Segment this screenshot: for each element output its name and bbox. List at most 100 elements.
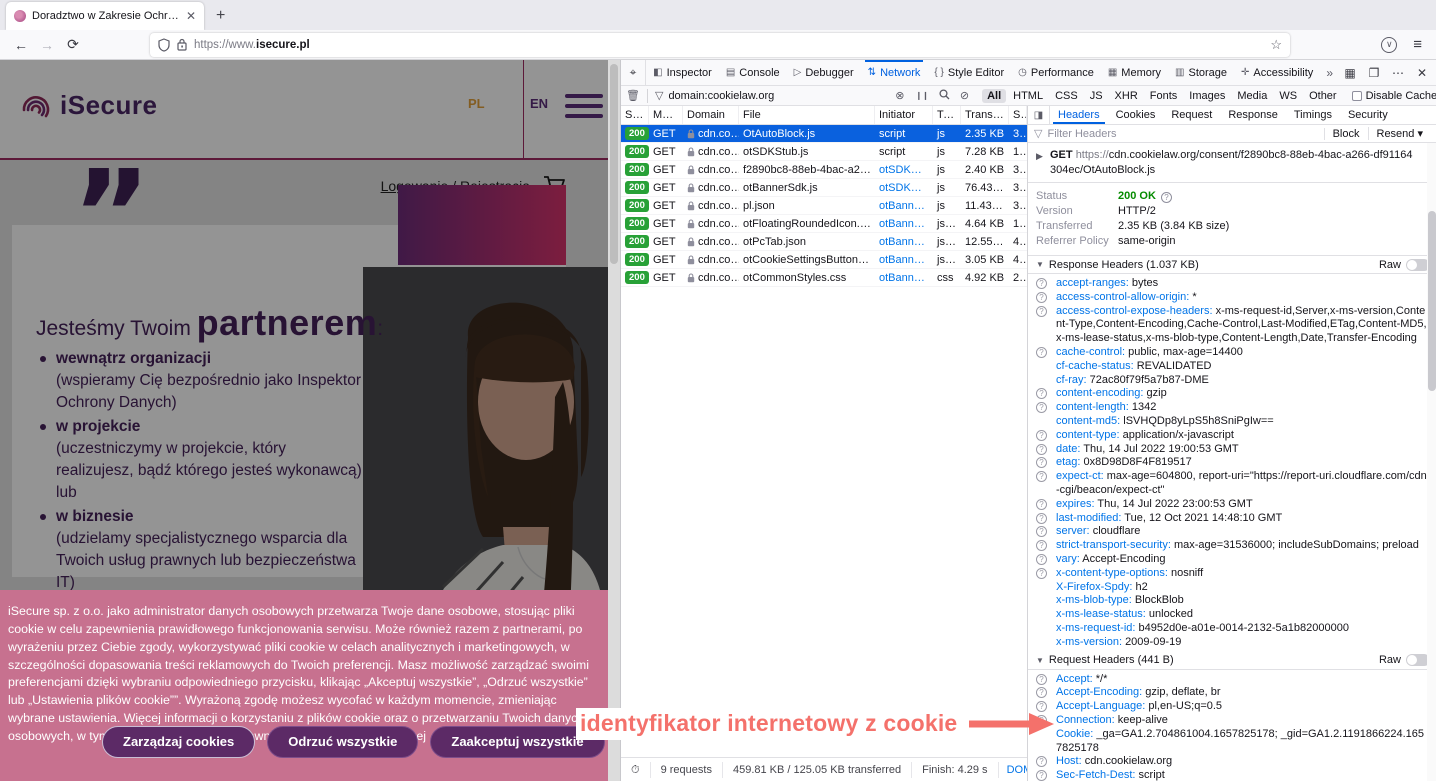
help-icon[interactable]: ?: [1036, 347, 1047, 358]
column-header-size[interactable]: Size: [1009, 106, 1027, 124]
page-scrollbar[interactable]: [608, 60, 620, 781]
pick-element-icon[interactable]: ⌖: [621, 60, 646, 85]
shield-icon[interactable]: [158, 38, 170, 52]
url-bar[interactable]: https://www.isecure.pl ☆: [150, 33, 1290, 57]
help-icon[interactable]: ?: [1036, 430, 1047, 441]
header-row[interactable]: ?Connection: keep-alive: [1028, 714, 1436, 728]
lock-icon[interactable]: [177, 38, 187, 51]
filter-pill-xhr[interactable]: XHR: [1110, 89, 1143, 103]
header-row[interactable]: ?accept-ranges: bytes: [1028, 277, 1436, 291]
help-icon[interactable]: ?: [1036, 674, 1047, 685]
details-tab-request[interactable]: Request: [1163, 106, 1220, 124]
header-row[interactable]: ?etag: 0x8D98D8F4F819517: [1028, 456, 1436, 470]
header-row[interactable]: ?content-type: application/x-javascript: [1028, 429, 1436, 443]
initiator-cell[interactable]: otBanner…: [875, 197, 933, 214]
header-row[interactable]: ?last-modified: Tue, 12 Oct 2021 14:48:1…: [1028, 512, 1436, 526]
table-row[interactable]: 200GETcdn.co…otSDKStub.jsscriptjs7.28 KB…: [621, 143, 1027, 161]
header-row[interactable]: x-ms-lease-status: unlocked: [1028, 608, 1436, 622]
devtools-tab-performance[interactable]: ◷Performance: [1011, 60, 1101, 85]
header-row[interactable]: ?content-length: 1342: [1028, 401, 1436, 415]
filter-pill-fonts[interactable]: Fonts: [1145, 89, 1183, 103]
help-icon[interactable]: ?: [1036, 554, 1047, 565]
help-icon[interactable]: ?: [1036, 457, 1047, 468]
table-row[interactable]: 200GETcdn.co…otCookieSettingsButton.json…: [621, 251, 1027, 269]
header-row[interactable]: ?server: cloudflare: [1028, 525, 1436, 539]
filter-pill-ws[interactable]: WS: [1274, 89, 1302, 103]
devtools-tab-network[interactable]: ⇅Network: [861, 60, 928, 85]
initiator-cell[interactable]: otBanner…: [875, 215, 933, 232]
header-row[interactable]: ?expect-ct: max-age=604800, report-uri="…: [1028, 470, 1436, 498]
table-row[interactable]: 200GETcdn.co…pl.jsonotBanner…js11.43 KB3…: [621, 197, 1027, 215]
header-row[interactable]: ?content-encoding: gzip: [1028, 387, 1436, 401]
table-row[interactable]: 200GETcdn.co…OtAutoBlock.jsscriptjs2.35 …: [621, 125, 1027, 143]
column-header-file[interactable]: File: [739, 106, 875, 124]
column-header-transferred[interactable]: Transferred: [961, 106, 1009, 124]
app-menu-icon[interactable]: ≡: [1413, 36, 1422, 53]
header-row[interactable]: x-ms-version: 2009-09-19: [1028, 636, 1436, 650]
help-icon[interactable]: ?: [1036, 770, 1047, 781]
help-icon[interactable]: ?: [1036, 292, 1047, 303]
initiator-cell[interactable]: otBanner…: [875, 269, 933, 286]
help-icon[interactable]: ?: [1036, 526, 1047, 537]
split-panel-icon[interactable]: ◨: [1028, 106, 1050, 124]
more-tabs-icon[interactable]: »: [1320, 60, 1339, 85]
header-row[interactable]: ?Host: cdn.cookielaw.org: [1028, 755, 1436, 769]
close-devtools-icon[interactable]: ✕: [1411, 66, 1433, 80]
devtools-tab-debugger[interactable]: ▷Debugger: [787, 60, 861, 85]
column-header-initiator[interactable]: Initiator: [875, 106, 933, 124]
header-row[interactable]: ?expires: Thu, 14 Jul 2022 23:00:53 GMT: [1028, 498, 1436, 512]
header-row[interactable]: ?Accept: */*: [1028, 673, 1436, 687]
details-tab-timings[interactable]: Timings: [1286, 106, 1340, 124]
filter-pill-html[interactable]: HTML: [1008, 89, 1048, 103]
disable-cache-checkbox[interactable]: Disable Cache: [1352, 90, 1436, 102]
clear-requests-icon[interactable]: 🗑: [621, 89, 645, 102]
filter-pill-css[interactable]: CSS: [1050, 89, 1083, 103]
responsive-mode-icon[interactable]: ▦: [1339, 66, 1361, 80]
devtools-tab-memory[interactable]: ▦Memory: [1101, 60, 1168, 85]
header-row[interactable]: ?vary: Accept-Encoding: [1028, 553, 1436, 567]
initiator-cell[interactable]: otSDKSt…: [875, 161, 933, 178]
header-row[interactable]: Cookie: _ga=GA1.2.704861004.1657825178; …: [1028, 728, 1436, 756]
request-url-block[interactable]: ▶ GET https://cdn.cookielaw.org/consent/…: [1028, 143, 1436, 183]
table-row[interactable]: 200GETcdn.co…otPcTab.jsonotBanner…json12…: [621, 233, 1027, 251]
help-icon[interactable]: ?: [1036, 402, 1047, 413]
header-row[interactable]: ?date: Thu, 14 Jul 2022 19:00:53 GMT: [1028, 443, 1436, 457]
header-row[interactable]: ?Sec-Fetch-Dest: script: [1028, 769, 1436, 781]
header-row[interactable]: ?Accept-Encoding: gzip, deflate, br: [1028, 686, 1436, 700]
header-row[interactable]: ?strict-transport-security: max-age=3153…: [1028, 539, 1436, 553]
devtools-tab-storage[interactable]: ▥Storage: [1168, 60, 1234, 85]
help-icon[interactable]: ?: [1036, 756, 1047, 767]
header-row[interactable]: ?x-content-type-options: nosniff: [1028, 567, 1436, 581]
details-tab-security[interactable]: Security: [1340, 106, 1396, 124]
initiator-cell[interactable]: otBanner…: [875, 233, 933, 250]
devtools-tab-style-editor[interactable]: { }Style Editor: [927, 60, 1011, 85]
forward-icon[interactable]: →: [34, 37, 60, 53]
help-icon[interactable]: ?: [1161, 192, 1172, 203]
header-row[interactable]: ?cache-control: public, max-age=14400: [1028, 346, 1436, 360]
block-request-button[interactable]: Block: [1324, 128, 1368, 140]
column-header-st[interactable]: St…: [621, 106, 649, 124]
details-tab-response[interactable]: Response: [1220, 106, 1286, 124]
header-row[interactable]: cf-cache-status: REVALIDATED: [1028, 360, 1436, 374]
table-row[interactable]: 200GETcdn.co…otBannerSdk.jsotSDKSt…js76.…: [621, 179, 1027, 197]
browser-tab[interactable]: Doradztwo w Zakresie Ochrony Dany ✕: [6, 2, 204, 30]
pause-icon[interactable]: ❙❙: [910, 91, 933, 100]
header-row[interactable]: cf-ray: 72ac80f79f5a7b87-DME: [1028, 374, 1436, 388]
table-row[interactable]: 200GETcdn.co…f2890bc8-88eb-4bac-a266-df9…: [621, 161, 1027, 179]
help-icon[interactable]: ?: [1036, 687, 1047, 698]
header-row[interactable]: ?access-control-expose-headers: x-ms-req…: [1028, 305, 1436, 346]
filter-urls-input[interactable]: domain:cookielaw.org ⊗: [668, 89, 910, 102]
table-row[interactable]: 200GETcdn.co…otFloatingRoundedIcon.jsono…: [621, 215, 1027, 233]
url-text[interactable]: https://www.isecure.pl: [194, 39, 1270, 51]
help-icon[interactable]: ?: [1036, 444, 1047, 455]
column-header-m[interactable]: M…: [649, 106, 683, 124]
devtools-tab-console[interactable]: ▤Console: [719, 60, 787, 85]
devtools-tab-inspector[interactable]: ◧Inspector: [646, 60, 719, 85]
help-icon[interactable]: ?: [1036, 471, 1047, 482]
cookie-button-1[interactable]: Zarządzaj cookies: [102, 726, 255, 758]
back-icon[interactable]: ←: [8, 37, 34, 53]
help-icon[interactable]: ?: [1036, 513, 1047, 524]
column-header-type[interactable]: Type: [933, 106, 961, 124]
filter-pill-other[interactable]: Other: [1304, 89, 1342, 103]
header-row[interactable]: x-ms-blob-type: BlockBlob: [1028, 594, 1436, 608]
